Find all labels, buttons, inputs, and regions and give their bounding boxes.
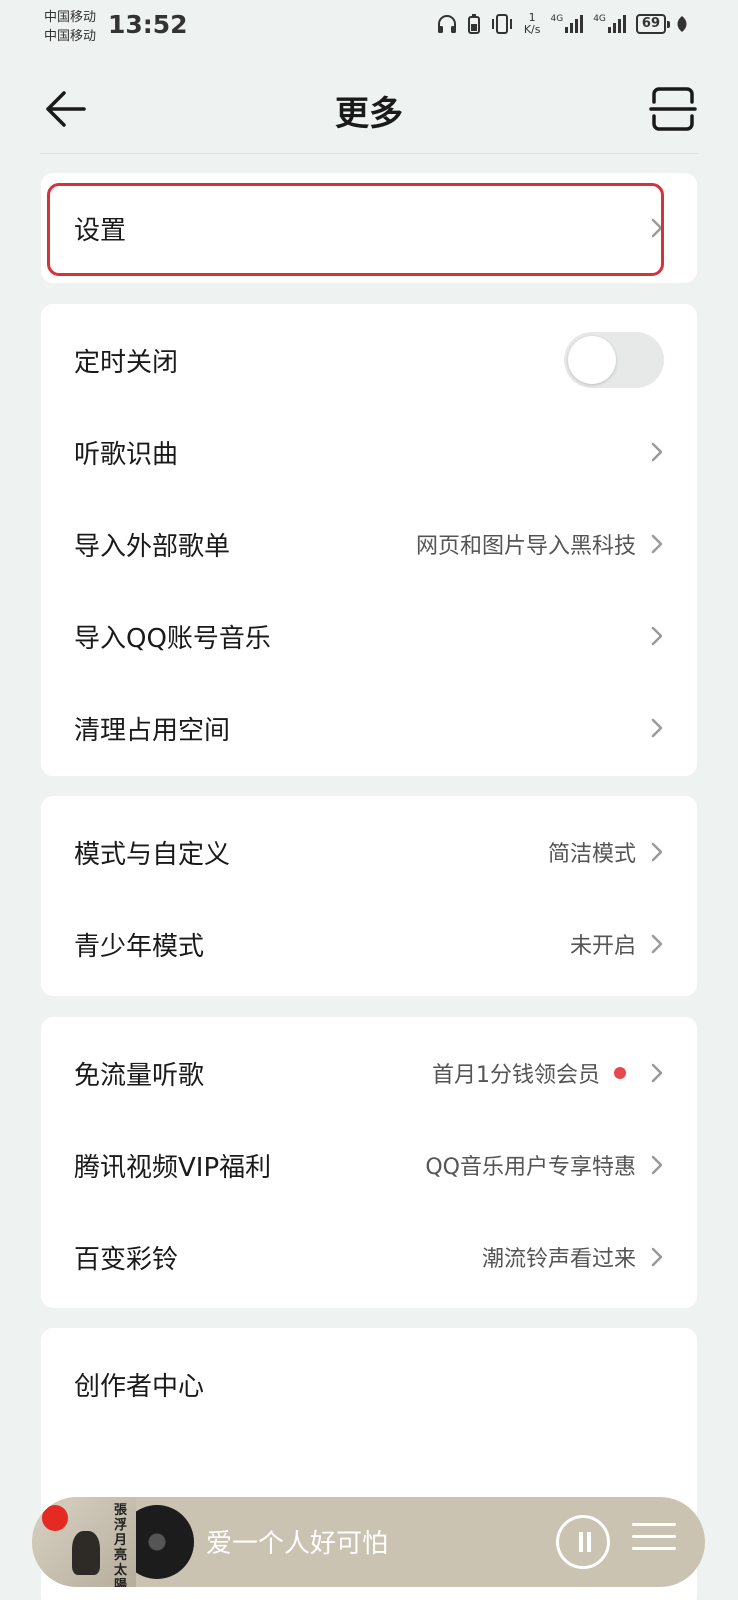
signal-2-label: 4G: [593, 14, 606, 24]
song-recognition-row[interactable]: 听歌识曲: [41, 406, 697, 498]
creator-center-row[interactable]: 创作者中心: [41, 1338, 697, 1430]
net-speed-unit: K/s: [523, 23, 541, 36]
settings-label: 设置: [74, 215, 127, 246]
chevron-right-icon: [651, 1247, 663, 1267]
chevron-right-icon: [651, 934, 663, 954]
tencent-video-label: 腾讯视频VIP福利: [74, 1152, 272, 1183]
sleep-timer-row: 定时关闭: [41, 314, 697, 406]
battery-indicator: 69: [635, 14, 671, 34]
teen-mode-value: 未开启: [569, 934, 636, 959]
chevron-right-icon: [651, 718, 663, 738]
tencent-video-row[interactable]: 腾讯视频VIP福利 QQ音乐用户专享特惠: [41, 1119, 697, 1211]
now-playing-title[interactable]: 爱一个人好可怕: [206, 1523, 388, 1560]
tencent-video-value: QQ音乐用户专享特惠: [425, 1155, 636, 1180]
cover-sun: [42, 1505, 68, 1531]
chevron-right-icon: [651, 1155, 663, 1175]
import-qq-label: 导入QQ账号音乐: [74, 623, 271, 654]
page-title: 更多: [335, 94, 403, 134]
vibrate-icon: [491, 14, 512, 34]
teen-mode-label: 青少年模式: [74, 931, 205, 962]
page-header: 更多: [0, 72, 738, 154]
carrier-info: 中国移动 中国移动: [44, 8, 96, 46]
battery-saver-icon: [467, 14, 480, 34]
chevron-right-icon: [651, 626, 663, 646]
cover-figure: [72, 1531, 100, 1575]
net-speed: 1 K/s: [524, 12, 541, 36]
status-time: 13:52: [108, 10, 188, 39]
playlist-line: [632, 1535, 676, 1538]
leaf-icon: [677, 16, 687, 32]
album-cover: 張浮 月亮 太陽: [32, 1497, 136, 1587]
status-bar: 中国移动 中国移动 13:52 1 K/s 4G 4G 69: [0, 0, 738, 52]
mode-custom-row[interactable]: 模式与自定义 简洁模式: [41, 806, 697, 898]
mini-player[interactable]: 張浮 月亮 太陽 爱一个人好可怕: [32, 1497, 705, 1587]
header-divider: [40, 153, 698, 154]
song-recognition-label: 听歌识曲: [74, 439, 179, 470]
modes-card: 模式与自定义 简洁模式 青少年模式 未开启: [41, 796, 697, 996]
signal-bars-icon: [565, 15, 584, 33]
mode-custom-value: 简洁模式: [547, 842, 636, 867]
ringtone-label: 百变彩铃: [74, 1244, 179, 1275]
free-data-value: 首月1分钱领会员: [432, 1063, 600, 1088]
settings-card: 设置: [41, 173, 697, 283]
playlist-line: [632, 1547, 676, 1550]
playlist-button[interactable]: [632, 1523, 676, 1561]
free-data-row[interactable]: 免流量听歌 首月1分钱领会员: [41, 1027, 697, 1119]
import-playlist-value: 网页和图片导入黑科技: [415, 534, 636, 559]
signal-bars-icon: [607, 15, 626, 33]
ringtone-value: 潮流铃声看过来: [481, 1247, 636, 1272]
chevron-right-icon: [651, 534, 663, 554]
signal-1-label: 4G: [550, 14, 564, 24]
carrier-1: 中国移动: [44, 10, 97, 25]
settings-row[interactable]: 设置: [41, 173, 697, 283]
import-qq-row[interactable]: 导入QQ账号音乐: [41, 590, 697, 682]
scan-button[interactable]: [648, 84, 698, 134]
tools-card: 定时关闭 听歌识曲 导入外部歌单 网页和图片导入黑科技 导入QQ账号音乐 清理占…: [41, 304, 697, 776]
chevron-right-icon: [651, 1063, 663, 1083]
signal-1: 4G: [551, 15, 584, 33]
mode-custom-label: 模式与自定义: [74, 839, 231, 870]
scan-icon: [649, 87, 697, 131]
teen-mode-row[interactable]: 青少年模式 未开启: [41, 898, 697, 990]
import-playlist-label: 导入外部歌单: [74, 531, 231, 562]
album-art[interactable]: 張浮 月亮 太陽: [32, 1497, 136, 1587]
toggle-knob: [568, 336, 616, 384]
chevron-right-icon: [651, 218, 663, 238]
status-icons: 1 K/s 4G 4G 69: [436, 12, 688, 36]
benefits-card: 免流量听歌 首月1分钱领会员 腾讯视频VIP福利 QQ音乐用户专享特惠 百变彩铃…: [41, 1017, 697, 1308]
creator-center-label: 创作者中心: [74, 1371, 205, 1402]
notification-dot: [614, 1067, 626, 1079]
sleep-timer-label: 定时关闭: [74, 347, 179, 378]
clean-space-label: 清理占用空间: [74, 715, 231, 746]
carrier-2: 中国移动: [44, 29, 97, 44]
playlist-line: [632, 1523, 676, 1526]
chevron-right-icon: [651, 442, 663, 462]
cover-text: 張浮 月亮 太陽: [114, 1503, 128, 1587]
chevron-right-icon: [651, 842, 663, 862]
import-playlist-row[interactable]: 导入外部歌单 网页和图片导入黑科技: [41, 498, 697, 590]
signal-2: 4G: [593, 15, 626, 33]
headphones-icon: [437, 15, 456, 33]
pause-button[interactable]: [556, 1515, 610, 1569]
free-data-label: 免流量听歌: [74, 1060, 205, 1091]
clean-space-row[interactable]: 清理占用空间: [41, 682, 697, 774]
ringtone-row[interactable]: 百变彩铃 潮流铃声看过来: [41, 1211, 697, 1303]
sleep-timer-toggle[interactable]: [564, 332, 664, 388]
